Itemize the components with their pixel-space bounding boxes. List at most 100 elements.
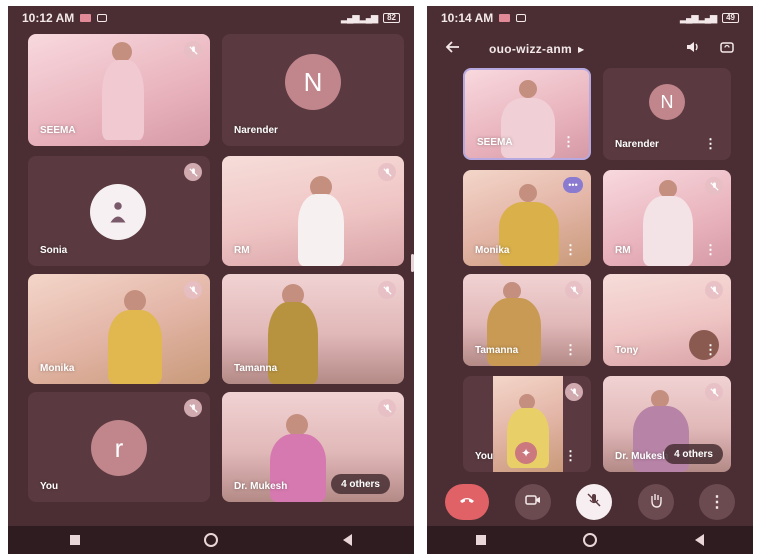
system-nav-bar — [8, 526, 414, 554]
avatar-initial: N — [660, 91, 674, 112]
participant-figure — [286, 414, 308, 436]
participant-name: SEEMA — [477, 137, 513, 148]
mic-off-icon — [184, 163, 202, 181]
mic-off-icon — [705, 281, 723, 299]
avatar-initial: r — [114, 432, 124, 463]
mic-off-icon — [184, 41, 202, 59]
participant-tile-dr-mukesh[interactable]: Dr. Mukesh 4 others — [222, 392, 404, 502]
participant-figure — [501, 98, 555, 158]
mail-icon — [499, 14, 511, 22]
participant-name: Monika — [475, 245, 510, 256]
more-options-button[interactable]: ⋮ — [699, 484, 735, 520]
participant-tile-tony[interactable]: Tony ⋮ — [603, 274, 731, 366]
participant-name: Narender — [234, 125, 278, 136]
participant-name: RM — [615, 245, 631, 256]
home-button[interactable] — [204, 533, 219, 547]
mic-off-icon — [565, 383, 583, 401]
status-bar: 10:12 AM ▂▄▆ ▂▄▆ 82 — [8, 6, 414, 30]
meeting-code[interactable]: ouo-wizz-anm — [489, 42, 572, 56]
participant-tile-sonia[interactable]: Sonia — [28, 156, 210, 266]
participant-tile-monika[interactable]: Monika — [28, 274, 210, 384]
back-button[interactable] — [695, 534, 705, 546]
raise-hand-button[interactable] — [637, 484, 674, 520]
home-button[interactable] — [583, 533, 598, 547]
participant-tile-dr-mukesh[interactable]: Dr. Mukesh 4 others — [603, 376, 731, 472]
participant-tile-rm[interactable]: RM ⋮ — [603, 170, 731, 266]
more-vertical-icon[interactable]: ⋮ — [704, 243, 717, 256]
phone-hangup-icon — [458, 491, 476, 514]
caret-right-icon[interactable]: ▶ — [578, 45, 584, 54]
back-button[interactable] — [342, 534, 352, 546]
status-time: 10:12 AM — [22, 11, 75, 25]
call-controls: ⋮ — [427, 480, 753, 524]
recents-button[interactable] — [475, 535, 486, 545]
participant-tile-narender[interactable]: N Narender — [222, 34, 404, 146]
screen-record-icon — [516, 14, 527, 22]
participant-tile-you[interactable]: r You — [28, 392, 210, 502]
signal-icon: ▂▄▆ ▂▄▆ — [341, 12, 378, 23]
others-button[interactable]: 4 others — [331, 474, 390, 494]
more-vertical-icon: ⋮ — [709, 494, 725, 511]
signal-icon: ▂▄▆ ▂▄▆ — [680, 12, 717, 23]
participant-figure — [643, 196, 693, 266]
mic-off-icon — [705, 177, 723, 195]
participant-tile-you[interactable]: ✦ You ⋮ — [463, 376, 591, 472]
right-phone-screen: 10:14 AM ▂▄▆ ▂▄▆ 49 ouo-wizz-anm ▶ SEEMA… — [427, 6, 753, 554]
participant-name: Tony — [615, 345, 639, 356]
arrow-left-icon[interactable] — [445, 39, 461, 60]
mic-off-icon — [378, 399, 396, 417]
effects-icon[interactable]: ✦ — [515, 442, 537, 464]
participant-figure — [124, 290, 146, 312]
mic-off-icon — [184, 399, 202, 417]
battery-icon: 82 — [383, 13, 400, 23]
avatar-initial: N — [303, 66, 323, 97]
battery-level: 49 — [726, 13, 735, 22]
battery-level: 82 — [387, 13, 396, 22]
system-nav-bar — [427, 526, 753, 554]
others-button[interactable]: 4 others — [664, 444, 723, 464]
participant-tile-seema[interactable]: SEEMA — [28, 34, 210, 146]
mail-icon — [80, 14, 92, 22]
mic-off-icon — [378, 163, 396, 181]
video-toggle-button[interactable] — [514, 484, 551, 520]
raise-hand-icon — [647, 491, 665, 514]
participant-name: Sonia — [40, 245, 68, 256]
video-camera-icon — [524, 491, 542, 514]
participant-tile-narender[interactable]: N Narender ⋮ — [603, 68, 731, 160]
avatar: N — [285, 54, 341, 110]
avatar-photo — [90, 184, 146, 240]
more-vertical-icon[interactable]: ⋮ — [564, 243, 577, 256]
battery-icon: 49 — [722, 13, 739, 23]
participant-tile-tamanna[interactable]: Tamanna ⋮ — [463, 274, 591, 366]
participant-name: SEEMA — [40, 125, 76, 136]
more-vertical-icon[interactable]: ⋮ — [564, 343, 577, 356]
participant-name: Monika — [40, 363, 75, 374]
mic-toggle-button[interactable] — [576, 484, 612, 520]
camera-switch-icon[interactable] — [719, 39, 735, 60]
more-vertical-icon[interactable]: ⋮ — [704, 343, 717, 356]
participant-figure — [108, 310, 162, 384]
participant-figure — [499, 202, 559, 266]
status-time: 10:14 AM — [441, 11, 494, 25]
participant-figure — [519, 184, 537, 202]
screen-record-icon — [97, 14, 108, 22]
more-vertical-icon[interactable]: ⋮ — [562, 135, 575, 148]
recents-button[interactable] — [70, 535, 81, 545]
participant-name: Tamanna — [475, 345, 519, 356]
speaker-icon[interactable] — [685, 39, 701, 60]
scrollbar[interactable] — [411, 254, 414, 272]
mic-off-icon — [378, 281, 396, 299]
active-speaker-icon: ••• — [563, 177, 583, 193]
participant-figure — [102, 60, 144, 140]
participant-tile-monika[interactable]: ••• Monika ⋮ — [463, 170, 591, 266]
participant-figure — [298, 194, 344, 266]
left-phone-screen: 10:12 AM ▂▄▆ ▂▄▆ 82 SEEMA N Narender Son… — [8, 6, 414, 554]
participant-tile-rm[interactable]: RM — [222, 156, 404, 266]
participant-tile-tamanna[interactable]: Tamanna — [222, 274, 404, 384]
end-call-button[interactable] — [445, 484, 489, 520]
mic-off-icon — [705, 383, 723, 401]
more-vertical-icon[interactable]: ⋮ — [704, 137, 717, 150]
participant-tile-seema[interactable]: SEEMA ⋮ — [463, 68, 591, 160]
more-vertical-icon[interactable]: ⋮ — [564, 449, 577, 462]
mic-off-icon — [184, 281, 202, 299]
